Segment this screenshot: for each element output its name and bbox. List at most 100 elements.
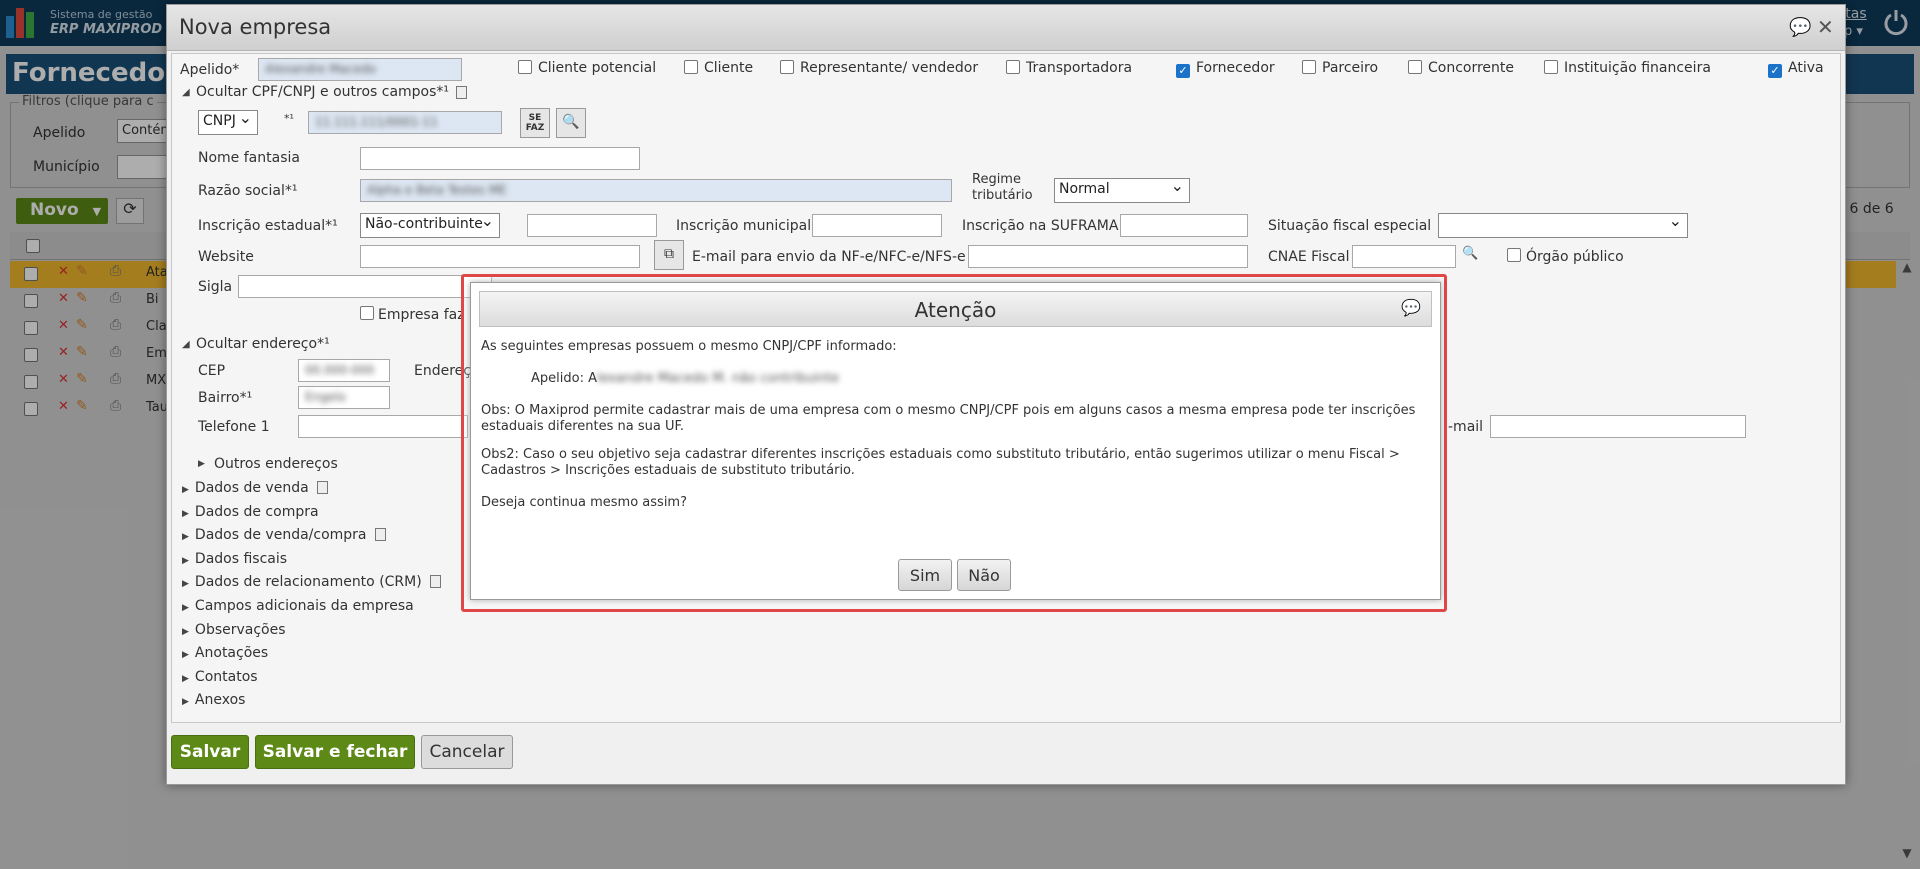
salvar-fechar-button[interactable]: Salvar e fechar xyxy=(255,735,415,769)
open-link-icon[interactable]: ⧉ xyxy=(654,240,684,270)
checkbox-box[interactable] xyxy=(1544,60,1558,74)
sefaz-icon[interactable]: SE FAZ xyxy=(520,108,550,138)
checkbox-transportadora[interactable]: Transportadora xyxy=(1006,60,1132,76)
expand-triangle-icon[interactable]: ▶ xyxy=(182,627,189,637)
checkbox-cliente-potencial[interactable]: Cliente potencial xyxy=(518,60,656,76)
cnpj-input[interactable]: 11.111.111/0001-11 xyxy=(308,111,502,134)
checkbox-representante-vendedor[interactable]: Representante/ vendedor xyxy=(780,60,978,76)
section-label: Dados de compra xyxy=(194,503,319,520)
suframa-input[interactable] xyxy=(1120,214,1248,237)
expand-triangle-icon[interactable]: ▶ xyxy=(182,650,189,660)
outros-enderecos-toggle[interactable]: Outros endereços xyxy=(214,456,338,472)
telefone-input[interactable] xyxy=(298,415,468,438)
cancelar-button[interactable]: Cancelar xyxy=(421,735,513,769)
comment-icon[interactable]: 💬 xyxy=(1401,298,1421,317)
checkbox-box[interactable] xyxy=(1006,60,1020,74)
cnae-search-icon[interactable]: 🔍 xyxy=(1462,246,1478,261)
email-input[interactable] xyxy=(1490,415,1746,438)
expand-triangle-icon[interactable]: ▶ xyxy=(182,532,189,542)
checkbox-concorrente[interactable]: Concorrente xyxy=(1408,60,1514,76)
checkbox-parceiro[interactable]: Parceiro xyxy=(1302,60,1378,76)
bairro-label: Bairro*¹ xyxy=(198,390,253,406)
empresa-faz-checkbox[interactable] xyxy=(360,306,374,320)
expand-triangle-icon[interactable]: ▶ xyxy=(198,459,205,469)
apelido-input[interactable]: Alexandre Macedo xyxy=(258,58,462,81)
checkbox-fornecedor[interactable]: ✓ Fornecedor xyxy=(1176,60,1275,78)
checkbox-cliente[interactable]: Cliente xyxy=(684,60,753,76)
ie-label: Inscrição estadual*¹ xyxy=(198,218,338,234)
expand-triangle-icon[interactable]: ▶ xyxy=(182,509,189,519)
checkbox-box[interactable] xyxy=(684,60,698,74)
checkbox-box[interactable]: ✓ xyxy=(1768,64,1782,78)
sim-button[interactable]: Sim xyxy=(898,559,952,591)
orgao-publico-checkbox[interactable] xyxy=(1507,248,1521,262)
expand-triangle-icon[interactable]: ▶ xyxy=(182,579,189,589)
section-toggle[interactable]: ▶ Dados fiscais xyxy=(182,551,287,567)
razao-social-label: Razão social*¹ xyxy=(198,183,298,199)
section-toggle[interactable]: ▶ Anotações xyxy=(182,645,268,661)
expand-triangle-icon[interactable]: ▶ xyxy=(182,697,189,707)
dialog-header: Nova empresa 💬 ✕ xyxy=(167,5,1845,51)
regime-label-2: tributário xyxy=(972,188,1033,203)
expand-triangle-icon[interactable]: ▶ xyxy=(182,674,189,684)
doc-icon[interactable] xyxy=(316,481,328,494)
modal-obs2: Obs2: Caso o seu objetivo seja cadastrar… xyxy=(481,447,1400,478)
regime-select[interactable]: Normal xyxy=(1054,176,1190,203)
expand-triangle-icon[interactable]: ▶ xyxy=(182,603,189,613)
modal-header: Atenção 💬 xyxy=(479,291,1432,327)
website-input[interactable] xyxy=(360,245,640,268)
checkbox-ativa[interactable]: ✓ Ativa xyxy=(1768,60,1824,78)
doc-icon[interactable] xyxy=(374,528,386,542)
doc-icon[interactable] xyxy=(456,86,467,99)
modal-intro: As seguintes empresas possuem o mesmo CN… xyxy=(481,339,897,354)
sigla-input[interactable] xyxy=(238,275,492,298)
checkbox-box[interactable]: ✓ xyxy=(1176,64,1190,78)
modal-title: Atenção xyxy=(914,298,997,322)
comment-icon[interactable]: 💬 xyxy=(1789,17,1811,38)
checkbox-label: Transportadora xyxy=(1026,60,1133,76)
doc-icon[interactable] xyxy=(429,575,441,589)
section-toggle[interactable]: ▶ Dados de compra xyxy=(182,504,319,520)
nome-fantasia-input[interactable] xyxy=(360,147,640,170)
cpf-section-toggle[interactable]: Ocultar CPF/CNPJ e outros campos*¹ xyxy=(196,84,449,100)
checkbox-institui-o-financeira[interactable]: Instituição financeira xyxy=(1544,60,1711,76)
section-label: Dados fiscais xyxy=(194,550,288,567)
section-toggle[interactable]: ▶ Dados de relacionamento (CRM) xyxy=(182,574,441,590)
collapse-triangle-icon[interactable]: ◢ xyxy=(182,87,190,98)
nao-button[interactable]: Não xyxy=(957,559,1011,591)
section-toggle[interactable]: ▶ Dados de venda xyxy=(182,480,328,496)
collapse-triangle-icon[interactable]: ◢ xyxy=(182,339,190,350)
doc-type-select[interactable]: CNPJ xyxy=(198,108,258,135)
cep-input[interactable]: 00.000-000 xyxy=(298,359,390,382)
salvar-button[interactable]: Salvar xyxy=(171,735,249,769)
razao-social-input[interactable]: Alpha e Beta Testes ME xyxy=(360,179,952,202)
checkbox-box[interactable] xyxy=(780,60,794,74)
email-nf-label: E-mail para envio da NF-e/NFC-e/NFS-e xyxy=(692,249,966,265)
receita-search-icon[interactable]: 🔍 xyxy=(556,108,586,138)
section-toggle[interactable]: ▶ Contatos xyxy=(182,669,258,685)
endereco-section-toggle[interactable]: Ocultar endereço*¹ xyxy=(196,336,330,352)
checkbox-box[interactable] xyxy=(518,60,532,74)
email-nf-input[interactable] xyxy=(968,245,1248,268)
bairro-input[interactable]: Engelo xyxy=(298,386,390,409)
checkbox-box[interactable] xyxy=(1302,60,1316,74)
ie-select[interactable]: Não-contribuinte xyxy=(360,211,500,238)
telefone-label: Telefone 1 xyxy=(198,419,270,435)
sit-fiscal-select[interactable] xyxy=(1438,211,1688,238)
expand-triangle-icon[interactable]: ▶ xyxy=(182,556,189,566)
section-toggle[interactable]: ▶ Anexos xyxy=(182,692,245,708)
section-label: Anotações xyxy=(194,645,269,662)
im-input[interactable] xyxy=(812,214,942,237)
expand-triangle-icon[interactable]: ▶ xyxy=(182,485,189,495)
checkbox-label: Cliente xyxy=(704,60,754,76)
section-toggle[interactable]: ▶ Observações xyxy=(182,622,286,638)
checkbox-box[interactable] xyxy=(1408,60,1422,74)
modal-question: Deseja continua mesmo assim? xyxy=(481,495,687,510)
section-toggle[interactable]: ▶ Campos adicionais da empresa xyxy=(182,598,414,614)
cnae-input[interactable] xyxy=(1352,245,1456,268)
close-icon[interactable]: ✕ xyxy=(1817,15,1834,39)
ie-input[interactable] xyxy=(527,214,657,237)
modal-apelido: Apelido: Alexandre Macedo M. não contrib… xyxy=(531,371,839,386)
section-toggle[interactable]: ▶ Dados de venda/compra xyxy=(182,527,386,543)
doc-marker: *¹ xyxy=(284,112,294,125)
